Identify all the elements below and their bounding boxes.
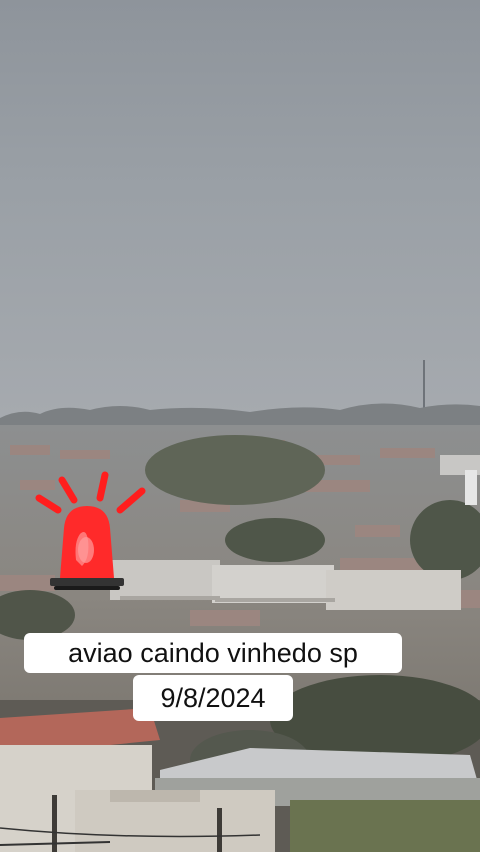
sky xyxy=(0,0,480,420)
caption-line-2: 9/8/2024 xyxy=(133,675,293,721)
video-frame: aviao caindo vinhedo sp 9/8/2024 xyxy=(0,0,480,852)
tree-cluster xyxy=(225,518,325,562)
utility-pole xyxy=(217,808,222,852)
tree-cluster xyxy=(145,435,325,505)
emergency-siren-icon xyxy=(35,471,146,590)
bottom-building-roof xyxy=(110,790,200,802)
grass xyxy=(290,800,480,852)
city-scene-photo xyxy=(0,0,480,852)
antenna xyxy=(423,360,425,412)
caption-line-1: aviao caindo vinhedo sp xyxy=(24,633,402,673)
